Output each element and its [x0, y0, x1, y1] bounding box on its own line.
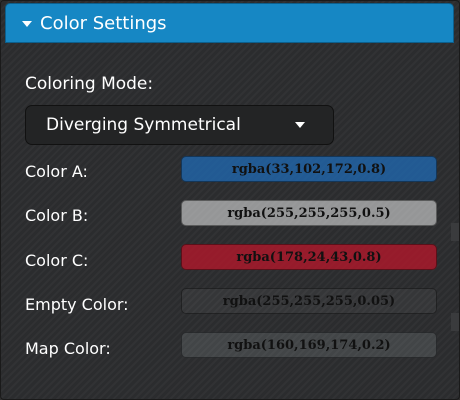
color-a-swatch[interactable]: rgba(33,102,172,0.8): [181, 156, 437, 182]
empty-color-swatch[interactable]: rgba(255,255,255,0.05): [181, 288, 437, 314]
color-b-swatch[interactable]: rgba(255,255,255,0.5): [181, 200, 437, 226]
coloring-mode-select[interactable]: Diverging Symmetrical: [25, 105, 334, 145]
empty-color-label: Empty Color:: [25, 295, 129, 314]
color-b-label: Color B:: [25, 206, 89, 225]
scrollbar-edge-mark: [451, 223, 459, 241]
scrollbar-edge-mark: [451, 313, 459, 331]
color-settings-header[interactable]: Color Settings: [5, 3, 454, 43]
panel-title: Color Settings: [40, 12, 167, 34]
color-settings-panel: Color Settings Coloring Mode: Diverging …: [0, 0, 460, 400]
color-a-label: Color A:: [25, 162, 88, 181]
caret-down-icon: [295, 122, 305, 128]
color-c-swatch[interactable]: rgba(178,24,43,0.8): [181, 244, 437, 270]
map-color-swatch[interactable]: rgba(160,169,174,0.2): [181, 332, 437, 358]
color-c-label: Color C:: [25, 251, 89, 270]
coloring-mode-value: Diverging Symmetrical: [46, 115, 241, 135]
caret-down-icon: [22, 20, 32, 27]
map-color-label: Map Color:: [25, 339, 111, 358]
coloring-mode-label: Coloring Mode:: [25, 74, 154, 94]
